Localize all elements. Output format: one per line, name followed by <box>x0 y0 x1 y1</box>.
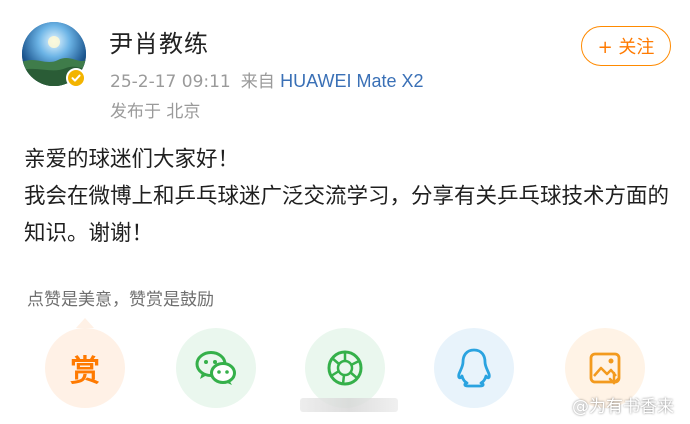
post-date: 25-2-17 09:11 <box>110 72 231 92</box>
weibo-logo-icon <box>546 396 568 419</box>
post-content: 亲爱的球迷们大家好！ 我会在微博上和乒乓球迷广泛交流学习，分享有关乒乓球技术方面… <box>24 141 676 252</box>
moments-icon <box>327 350 363 386</box>
wechat-icon <box>195 351 236 385</box>
moments-share-button[interactable] <box>305 328 385 408</box>
qq-icon <box>457 348 491 388</box>
post-meta: 25-2-17 09:11 来自 HUAWEI Mate X2 <box>110 67 424 92</box>
watermark-text: @为有书香来 <box>572 397 674 417</box>
wechat-share-button[interactable] <box>176 328 256 408</box>
tip-arrow <box>76 318 94 328</box>
watermark: @为有书香来 <box>546 392 674 419</box>
device-link[interactable]: HUAWEI Mate X2 <box>280 71 423 91</box>
save-image-icon <box>589 352 621 385</box>
source-label: 来自 <box>240 72 275 92</box>
username[interactable]: 尹肖教练 <box>109 24 209 59</box>
qq-share-button[interactable] <box>434 328 514 408</box>
post-line-1: 亲爱的球迷们大家好！ <box>24 147 240 172</box>
like-reward-tip: 点赞是美意，赞赏是鼓励 <box>27 290 214 310</box>
follow-button[interactable]: + 关注 <box>581 26 671 66</box>
reward-icon: 赏 <box>70 354 100 389</box>
verified-badge-icon <box>66 68 86 88</box>
reward-button[interactable]: 赏 <box>45 328 125 408</box>
post-line-2: 我会在微博上和乒乓球迷广泛交流学习，分享有关乒乓球技术方面的知识。谢谢！ <box>24 184 670 246</box>
post-location: 发布于 北京 <box>110 102 201 122</box>
blurred-overlay <box>300 398 398 412</box>
